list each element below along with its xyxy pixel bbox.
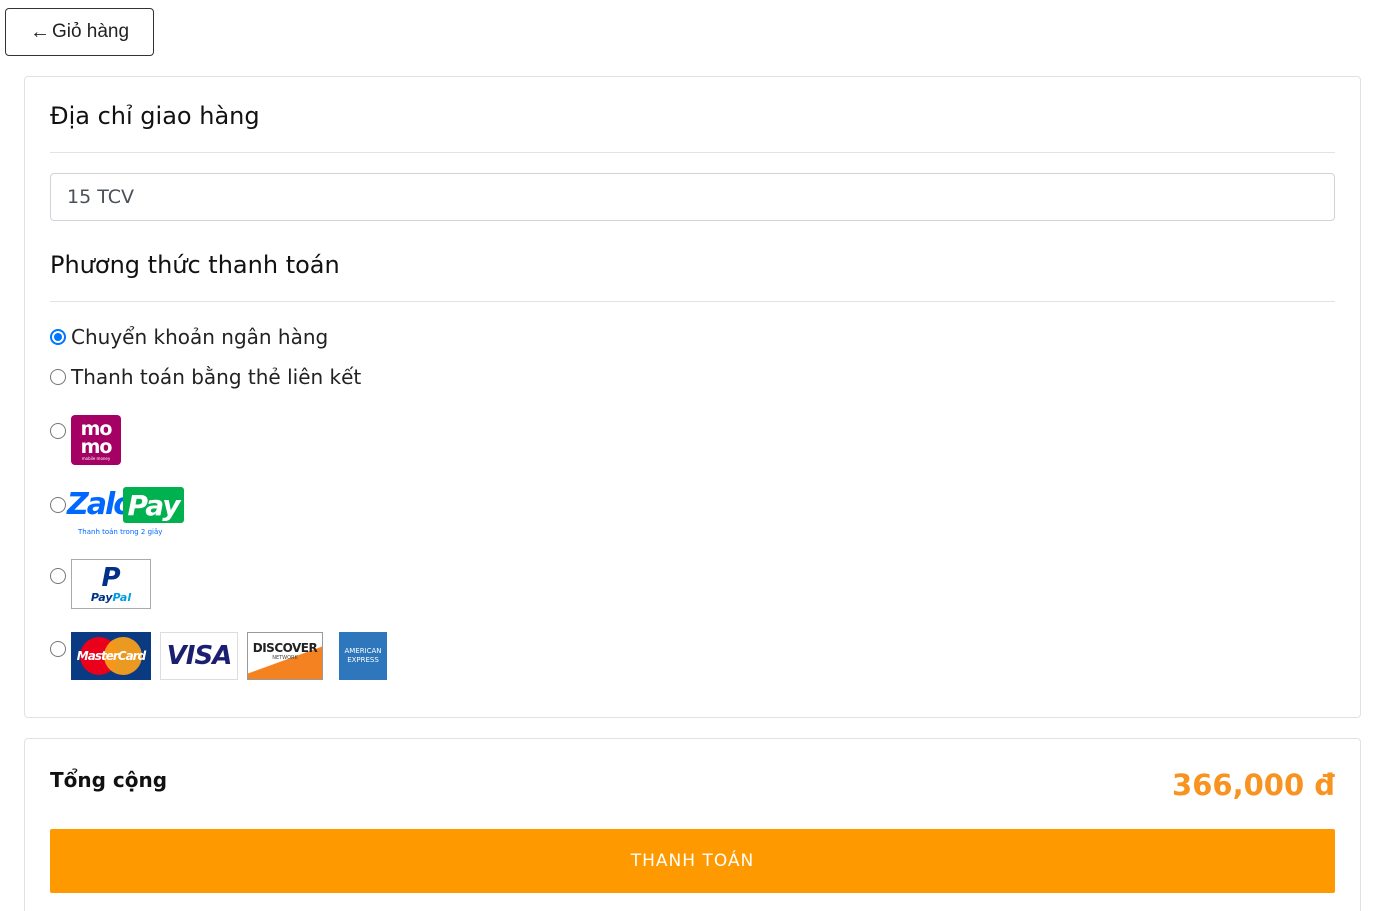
- payment-option-zalopay[interactable]: Zalo Pay Thanh toán trong 2 giây: [50, 487, 187, 539]
- back-button-label: Giỏ hàng: [51, 21, 130, 42]
- option-label: Chuyển khoản ngân hàng: [71, 325, 329, 349]
- total-label: Tổng cộng: [50, 768, 168, 792]
- address-input[interactable]: [50, 173, 1335, 221]
- option-label: Thanh toán bằng thẻ liên kết: [71, 365, 362, 389]
- arrow-left-icon: ←: [29, 20, 50, 43]
- divider: [50, 152, 1335, 153]
- order-summary-card: Tổng cộng 366,000 đ THANH TOÁN: [24, 738, 1361, 911]
- amex-logo: AMERICAN EXPRESS: [339, 632, 387, 680]
- paypal-logo: P PayPal: [71, 559, 151, 609]
- credit-cards-logos: MasterCard VISA DISCOVER NETWORK AMERICA…: [71, 632, 387, 680]
- mastercard-logo: MasterCard: [71, 632, 151, 680]
- radio-zalopay[interactable]: [50, 497, 66, 513]
- radio-linked-card[interactable]: [50, 369, 66, 385]
- total-amount: 366,000 đ: [1172, 768, 1335, 802]
- shipping-address-title: Địa chỉ giao hàng: [50, 102, 260, 130]
- visa-logo: VISA: [160, 632, 238, 680]
- payment-option-bank-transfer[interactable]: Chuyển khoản ngân hàng: [50, 325, 329, 349]
- momo-logo: mo mo mobile money: [71, 415, 121, 465]
- checkout-details-card: Địa chỉ giao hàng Phương thức thanh toán…: [24, 76, 1361, 718]
- checkout-pay-button[interactable]: THANH TOÁN: [50, 829, 1335, 893]
- payment-option-credit-card[interactable]: MasterCard VISA DISCOVER NETWORK AMERICA…: [50, 632, 387, 680]
- discover-logo: DISCOVER NETWORK: [247, 632, 323, 680]
- radio-credit-card[interactable]: [50, 641, 66, 657]
- divider: [50, 301, 1335, 302]
- radio-bank-transfer[interactable]: [50, 329, 66, 345]
- radio-paypal[interactable]: [50, 568, 66, 584]
- payment-option-linked-card[interactable]: Thanh toán bằng thẻ liên kết: [50, 365, 362, 389]
- payment-option-momo[interactable]: mo mo mobile money: [50, 415, 121, 465]
- radio-momo[interactable]: [50, 423, 66, 439]
- back-to-cart-button[interactable]: ← Giỏ hàng: [5, 8, 154, 56]
- payment-option-paypal[interactable]: P PayPal: [50, 559, 151, 609]
- zalopay-logo: Zalo Pay Thanh toán trong 2 giây: [67, 487, 187, 539]
- payment-method-title: Phương thức thanh toán: [50, 251, 340, 279]
